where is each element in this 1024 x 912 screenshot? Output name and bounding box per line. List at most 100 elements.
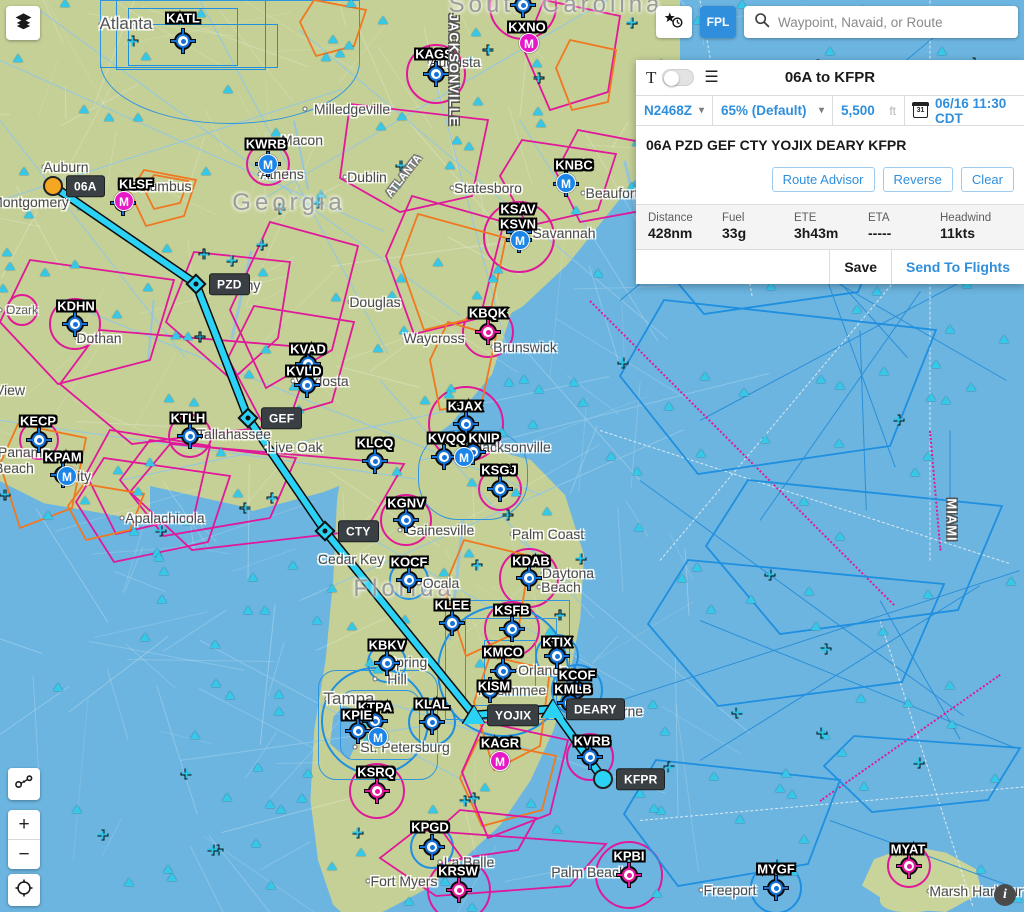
private-airfield-marker[interactable] bbox=[346, 0, 357, 7]
private-airfield-marker[interactable] bbox=[631, 466, 642, 475]
private-airfield-marker[interactable] bbox=[210, 639, 220, 648]
airport-marker-kpie[interactable] bbox=[345, 718, 371, 744]
private-airfield-marker[interactable] bbox=[133, 486, 143, 495]
private-airfield-marker[interactable] bbox=[824, 47, 835, 55]
airway-intersection-marker[interactable] bbox=[352, 827, 364, 839]
private-airfield-marker[interactable] bbox=[71, 805, 82, 814]
private-airfield-marker[interactable] bbox=[375, 122, 386, 131]
private-airfield-marker[interactable] bbox=[781, 769, 792, 778]
private-airfield-marker[interactable] bbox=[464, 141, 474, 150]
airport-marker-myat[interactable] bbox=[896, 853, 922, 879]
private-airfield-marker[interactable] bbox=[472, 290, 483, 299]
private-airfield-marker[interactable] bbox=[232, 489, 243, 498]
private-airfield-marker[interactable] bbox=[536, 119, 547, 128]
private-airfield-marker[interactable] bbox=[922, 590, 933, 598]
private-airfield-marker[interactable] bbox=[327, 862, 338, 871]
airway-intersection-marker[interactable] bbox=[816, 727, 828, 739]
private-airfield-marker[interactable] bbox=[188, 397, 199, 406]
airway-intersection-marker[interactable] bbox=[0, 489, 11, 501]
recents-favorites-button[interactable] bbox=[656, 6, 692, 38]
private-airfield-marker[interactable] bbox=[201, 166, 212, 175]
private-airfield-marker[interactable] bbox=[140, 633, 151, 642]
route-waypoint-label[interactable]: GEF bbox=[261, 407, 303, 429]
private-airfield-marker[interactable] bbox=[1005, 576, 1016, 585]
private-airfield-marker[interactable] bbox=[133, 113, 144, 122]
airway-intersection-marker[interactable] bbox=[239, 502, 251, 514]
route-waypoint-label[interactable]: YOJIX bbox=[487, 704, 540, 726]
private-airfield-marker[interactable] bbox=[858, 782, 869, 791]
metar-flight-category-marker[interactable]: M bbox=[114, 191, 134, 211]
private-airfield-marker[interactable] bbox=[531, 58, 542, 67]
airway-intersection-marker[interactable] bbox=[505, 735, 517, 747]
airport-marker-kvrb[interactable] bbox=[577, 744, 603, 770]
private-airfield-marker[interactable] bbox=[834, 439, 845, 447]
private-airfield-marker[interactable] bbox=[259, 605, 270, 614]
private-airfield-marker[interactable] bbox=[966, 383, 977, 392]
airway-intersection-marker[interactable] bbox=[256, 239, 268, 250]
airport-marker-katl[interactable] bbox=[170, 28, 196, 54]
private-airfield-marker[interactable] bbox=[157, 595, 168, 604]
private-airfield-marker[interactable] bbox=[396, 273, 406, 282]
route-waypoint-label[interactable]: DEARY bbox=[566, 698, 625, 720]
private-airfield-marker[interactable] bbox=[344, 41, 354, 50]
airport-marker-krsw[interactable] bbox=[446, 877, 472, 903]
metar-flight-category-marker[interactable]: M bbox=[258, 154, 278, 174]
private-airfield-marker[interactable] bbox=[154, 553, 165, 562]
private-airfield-marker[interactable] bbox=[296, 794, 307, 803]
airway-intersection-marker[interactable] bbox=[468, 792, 480, 804]
private-airfield-marker[interactable] bbox=[274, 690, 285, 699]
private-airfield-marker[interactable] bbox=[275, 805, 286, 814]
private-airfield-marker[interactable] bbox=[647, 700, 658, 708]
private-airfield-marker[interactable] bbox=[479, 782, 490, 791]
private-airfield-marker[interactable] bbox=[739, 387, 749, 396]
private-airfield-marker[interactable] bbox=[2, 248, 13, 257]
private-airfield-marker[interactable] bbox=[167, 872, 178, 881]
private-airfield-marker[interactable] bbox=[541, 507, 552, 516]
private-airfield-marker[interactable] bbox=[264, 800, 275, 808]
airway-intersection-marker[interactable] bbox=[194, 331, 206, 343]
private-airfield-marker[interactable] bbox=[569, 378, 580, 387]
private-airfield-marker[interactable] bbox=[648, 804, 659, 813]
metar-flight-category-marker[interactable]: M bbox=[454, 447, 474, 467]
airway-intersection-marker[interactable] bbox=[155, 525, 167, 537]
fpl-toggle-button[interactable]: FPL bbox=[700, 6, 736, 38]
private-airfield-marker[interactable] bbox=[606, 452, 617, 461]
private-airfield-marker[interactable] bbox=[387, 291, 398, 300]
route-string-field[interactable]: 06A PZD GEF CTY YOJIX DEARY KFPR bbox=[636, 126, 1024, 157]
airport-marker-kxno[interactable] bbox=[510, 0, 536, 18]
private-airfield-marker[interactable] bbox=[346, 621, 357, 630]
departure-datetime-field[interactable]: 06/16 11:30 CDT bbox=[905, 96, 1024, 126]
private-airfield-marker[interactable] bbox=[144, 457, 155, 466]
private-airfield-marker[interactable] bbox=[189, 730, 200, 739]
private-airfield-marker[interactable] bbox=[378, 15, 389, 24]
metar-flight-category-marker[interactable]: M bbox=[519, 33, 539, 53]
private-airfield-marker[interactable] bbox=[787, 866, 798, 875]
private-airfield-marker[interactable] bbox=[428, 805, 439, 814]
route-waypoint-label[interactable]: PZD bbox=[209, 273, 250, 295]
private-airfield-marker[interactable] bbox=[257, 267, 268, 276]
private-airfield-marker[interactable] bbox=[271, 128, 282, 137]
measure-route-button[interactable] bbox=[8, 768, 40, 800]
private-airfield-marker[interactable] bbox=[331, 293, 342, 302]
aircraft-selector[interactable]: N2468Z ▾ bbox=[636, 96, 713, 125]
private-airfield-marker[interactable] bbox=[878, 626, 889, 635]
private-airfield-marker[interactable] bbox=[265, 880, 276, 889]
private-airfield-marker[interactable] bbox=[320, 53, 331, 62]
private-airfield-marker[interactable] bbox=[445, 160, 456, 169]
airway-intersection-marker[interactable] bbox=[554, 609, 566, 621]
private-airfield-marker[interactable] bbox=[652, 888, 663, 897]
airway-intersection-marker[interactable] bbox=[502, 509, 513, 521]
private-airfield-marker[interactable] bbox=[400, 615, 411, 623]
airway-intersection-marker[interactable] bbox=[482, 44, 494, 56]
private-airfield-marker[interactable] bbox=[460, 868, 471, 877]
airway-intersection-marker[interactable] bbox=[127, 35, 138, 47]
altitude-field[interactable]: 5,500 ft bbox=[833, 96, 905, 125]
private-airfield-marker[interactable] bbox=[659, 726, 670, 735]
private-airfield-marker[interactable] bbox=[224, 691, 235, 700]
private-airfield-marker[interactable] bbox=[52, 682, 63, 691]
airport-marker-kjax[interactable] bbox=[453, 411, 479, 437]
private-airfield-marker[interactable] bbox=[372, 343, 383, 352]
airport-marker-ksfb[interactable] bbox=[499, 616, 525, 642]
private-airfield-marker[interactable] bbox=[396, 112, 407, 121]
airport-marker-kocf[interactable] bbox=[396, 567, 422, 593]
